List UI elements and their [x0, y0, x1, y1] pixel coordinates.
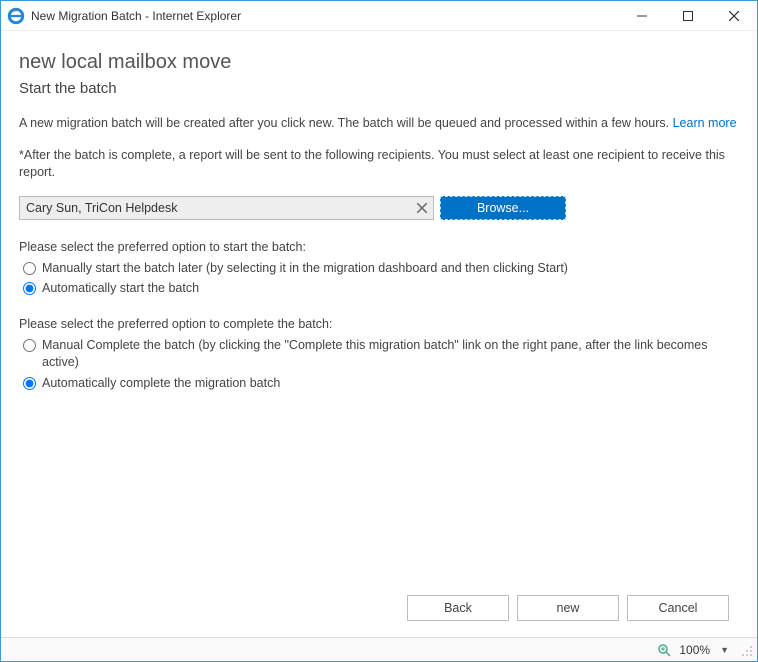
window-controls	[619, 1, 757, 30]
start-manual-option[interactable]: Manually start the batch later (by selec…	[19, 258, 739, 279]
intro-text: A new migration batch will be created af…	[19, 115, 739, 133]
learn-more-link[interactable]: Learn more	[673, 116, 737, 130]
zoom-dropdown-icon[interactable]: ▼	[720, 645, 729, 655]
status-bar: 100% ▼	[1, 637, 757, 661]
window-title: New Migration Batch - Internet Explorer	[31, 9, 619, 23]
clear-icon[interactable]	[414, 200, 430, 216]
resize-grip-icon[interactable]	[739, 643, 753, 657]
complete-prompt: Please select the preferred option to co…	[19, 317, 739, 331]
start-option-group: Please select the preferred option to st…	[19, 240, 739, 300]
cancel-button[interactable]: Cancel	[627, 595, 729, 621]
start-auto-label: Automatically start the batch	[42, 280, 199, 297]
recipient-note: *After the batch is complete, a report w…	[19, 147, 739, 182]
recipient-input-wrap	[19, 196, 434, 220]
start-auto-option[interactable]: Automatically start the batch	[19, 278, 739, 299]
maximize-button[interactable]	[665, 1, 711, 30]
titlebar: New Migration Batch - Internet Explorer	[1, 1, 757, 31]
start-auto-radio[interactable]	[23, 282, 36, 295]
complete-manual-radio[interactable]	[23, 339, 36, 352]
back-button[interactable]: Back	[407, 595, 509, 621]
complete-manual-option[interactable]: Manual Complete the batch (by clicking t…	[19, 335, 739, 373]
content-area: new local mailbox move Start the batch A…	[1, 31, 757, 394]
start-manual-radio[interactable]	[23, 262, 36, 275]
complete-auto-option[interactable]: Automatically complete the migration bat…	[19, 373, 739, 394]
footer-buttons: Back new Cancel	[407, 595, 729, 621]
minimize-button[interactable]	[619, 1, 665, 30]
page-heading: new local mailbox move	[19, 51, 739, 74]
close-button[interactable]	[711, 1, 757, 30]
complete-manual-label: Manual Complete the batch (by clicking t…	[42, 337, 739, 371]
zoom-icon[interactable]	[657, 643, 671, 657]
zoom-level[interactable]: 100%	[679, 643, 710, 657]
start-manual-label: Manually start the batch later (by selec…	[42, 260, 568, 277]
complete-auto-label: Automatically complete the migration bat…	[42, 375, 280, 392]
page-subheading: Start the batch	[19, 80, 739, 97]
intro-pre: A new migration batch will be created af…	[19, 116, 673, 130]
start-prompt: Please select the preferred option to st…	[19, 240, 739, 254]
browse-button[interactable]: Browse...	[440, 196, 566, 220]
ie-icon	[7, 7, 25, 25]
recipient-row: Browse...	[19, 196, 739, 220]
complete-option-group: Please select the preferred option to co…	[19, 317, 739, 394]
complete-auto-radio[interactable]	[23, 377, 36, 390]
recipient-input[interactable]	[19, 196, 434, 220]
new-button[interactable]: new	[517, 595, 619, 621]
